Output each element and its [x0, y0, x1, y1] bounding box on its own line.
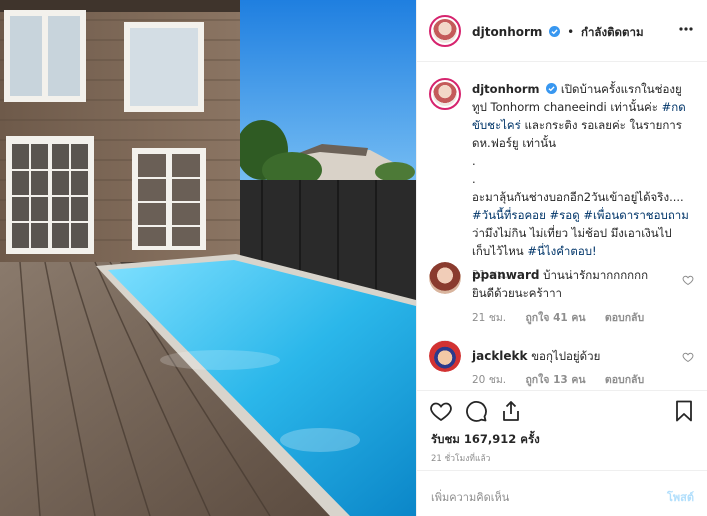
- reply-button[interactable]: ตอบกลับ: [605, 374, 644, 386]
- caption-text: เก็บไว้ไหน: [472, 244, 524, 258]
- caption-username[interactable]: djtonhorm: [472, 82, 540, 96]
- caption-text: และกระติง รอเลยค่ะ ในรายการ: [524, 118, 682, 132]
- caption-text: ว่ามึงไม่กิน ไม่เที่ยว ไม่ช้อป มึงเอาเงิ…: [472, 226, 672, 240]
- hashtag-link[interactable]: #วันนี้ที่รอคอย: [472, 208, 546, 222]
- avatar[interactable]: [429, 15, 461, 47]
- comment-text: บ้านน่ารักมากกกกกก: [543, 268, 649, 282]
- comment-text: ยินดีด้วยนะคร้าาา: [472, 286, 563, 300]
- comment-likes[interactable]: ถูกใจ 13 คน: [525, 374, 585, 386]
- caption-text: เปิดบ้านครั้งแรกในช่องยู: [560, 82, 682, 96]
- hashtag-link[interactable]: #เพื่อนดาราชอบถาม: [583, 208, 689, 222]
- pool-house-photo: [0, 0, 416, 516]
- caption-text: อะมาลุ้นกันช่างบอกอีก2วันเข้าอยู่ได้จริง…: [472, 190, 684, 204]
- comment-input[interactable]: เพิ่มความคิดเห็น: [431, 488, 509, 506]
- commenter-avatar[interactable]: [429, 340, 461, 372]
- comments-list[interactable]: djtonhorm เปิดบ้านครั้งแรกในช่องยู ทูป T…: [417, 62, 707, 390]
- like-comment-heart-icon[interactable]: [682, 274, 694, 286]
- views-count[interactable]: รับชม 167,912 ครั้ง: [431, 431, 540, 449]
- comment-username[interactable]: ppanward: [472, 268, 540, 282]
- comment-item: ppanward บ้านน่ารักมากกกกกก ยินดีด้วยนะค…: [472, 266, 682, 302]
- comment-time[interactable]: 21 ชม.: [472, 312, 506, 324]
- comment-meta: 20 ชม. ถูกใจ 13 คน ตอบกลับ: [472, 371, 660, 388]
- like-comment-heart-icon[interactable]: [682, 351, 694, 363]
- add-comment-bar: เพิ่มความคิดเห็น โพสต์: [417, 470, 707, 516]
- bookmark-icon[interactable]: [672, 399, 696, 423]
- caption-avatar[interactable]: [429, 78, 461, 110]
- comment-username[interactable]: jacklekk: [472, 349, 528, 363]
- post-header: djtonhorm • กำลังติดตาม: [417, 0, 707, 62]
- share-icon[interactable]: [499, 399, 523, 423]
- comment-likes[interactable]: ถูกใจ 41 คน: [525, 312, 585, 324]
- caption-text: .: [472, 172, 476, 186]
- caption-text: .: [472, 154, 476, 168]
- follow-status-button[interactable]: กำลังติดตาม: [581, 25, 644, 39]
- comment-time[interactable]: 20 ชม.: [472, 374, 506, 386]
- header-user-row: djtonhorm • กำลังติดตาม: [472, 24, 644, 42]
- hashtag-link[interactable]: ขับชะไคร่: [472, 118, 521, 132]
- caption-text: ทูป Tonhorm chaneeindi เท่านั้นค่ะ: [472, 100, 658, 114]
- separator-dot: •: [567, 25, 575, 39]
- heart-icon[interactable]: [429, 399, 453, 423]
- reply-button[interactable]: ตอบกลับ: [605, 312, 644, 324]
- post-comment-button[interactable]: โพสต์: [667, 488, 694, 506]
- post-photo[interactable]: [0, 0, 416, 516]
- comment-item: jacklekk ขอกุไปอยู่ด้วย: [472, 347, 682, 365]
- caption: djtonhorm เปิดบ้านครั้งแรกในช่องยู ทูป T…: [472, 80, 697, 284]
- header-username[interactable]: djtonhorm: [472, 25, 542, 39]
- caption-text: ดห.ฟอร์ยู เท่านั้น: [472, 136, 557, 150]
- hashtag-link[interactable]: #กด: [662, 100, 686, 114]
- commenter-avatar[interactable]: [429, 262, 461, 294]
- verified-badge-icon: [549, 26, 561, 37]
- post-sidebar: djtonhorm • กำลังติดตาม djtonhorm เปิดบ้…: [416, 0, 707, 516]
- more-options-icon[interactable]: [678, 21, 694, 37]
- hashtag-link[interactable]: #นี่ไงคำตอบ!: [527, 244, 596, 258]
- hashtag-link[interactable]: #รอดู: [549, 208, 579, 222]
- post-actions: รับชม 167,912 ครั้ง 21 ชั่วโมงที่แล้ว: [417, 390, 707, 470]
- comment-meta: 21 ชม. ถูกใจ 41 คน ตอบกลับ: [472, 309, 660, 326]
- posted-time[interactable]: 21 ชั่วโมงที่แล้ว: [431, 451, 490, 465]
- comment-icon[interactable]: [464, 399, 488, 423]
- comment-text: ขอกุไปอยู่ด้วย: [531, 349, 601, 363]
- verified-badge-icon: [546, 83, 558, 94]
